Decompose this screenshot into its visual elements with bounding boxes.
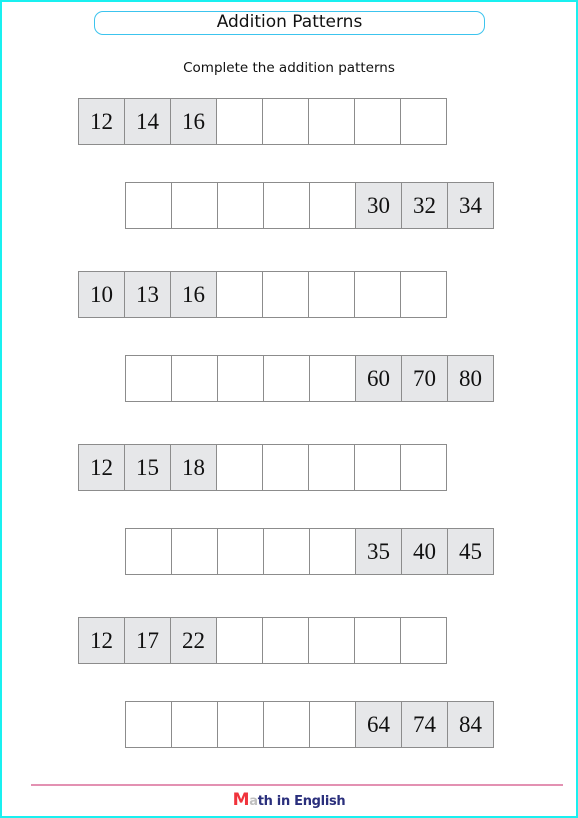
answer-cell[interactable] [217,182,264,229]
answer-cell[interactable] [171,701,218,748]
pattern-row: 64 74 84 [125,701,494,748]
answer-cell[interactable] [171,355,218,402]
given-number-cell: 15 [124,444,171,491]
answer-cell[interactable] [125,701,172,748]
given-number-cell: 64 [355,701,402,748]
worksheet-title-text: Addition Patterns [216,12,363,32]
answer-cell[interactable] [400,98,447,145]
answer-cell[interactable] [216,271,263,318]
answer-cell[interactable] [354,444,401,491]
pattern-row: 35 40 45 [125,528,494,575]
answer-cell[interactable] [309,528,356,575]
answer-cell[interactable] [308,271,355,318]
given-number-cell: 13 [124,271,171,318]
logo-letter-a: a [249,794,258,809]
pattern-row: 12 15 18 [78,444,447,491]
given-number-cell: 60 [355,355,402,402]
footer-divider [31,784,563,786]
answer-cell[interactable] [263,701,310,748]
answer-cell[interactable] [125,355,172,402]
given-number-cell: 22 [170,617,217,664]
instructions: Complete the addition patterns [183,60,395,76]
answer-cell[interactable] [217,701,264,748]
answer-cell[interactable] [263,355,310,402]
answer-cell[interactable] [308,444,355,491]
answer-cell[interactable] [400,271,447,318]
answer-cell[interactable] [400,617,447,664]
given-number-cell: 14 [124,98,171,145]
answer-cell[interactable] [263,182,310,229]
math-in-english-logo: Math in English [0,790,578,810]
pattern-row: 12 17 22 [78,617,447,664]
given-number-cell: 32 [401,182,448,229]
answer-cell[interactable] [125,182,172,229]
answer-cell[interactable] [217,355,264,402]
given-number-cell: 18 [170,444,217,491]
answer-cell[interactable] [216,617,263,664]
pattern-row: 10 13 16 [78,271,447,318]
answer-cell[interactable] [309,355,356,402]
answer-cell[interactable] [125,528,172,575]
answer-cell[interactable] [354,617,401,664]
answer-cell[interactable] [400,444,447,491]
answer-cell[interactable] [216,444,263,491]
answer-cell[interactable] [354,98,401,145]
answer-cell[interactable] [217,528,264,575]
given-number-cell: 70 [401,355,448,402]
given-number-cell: 40 [401,528,448,575]
answer-cell[interactable] [262,444,309,491]
answer-cell[interactable] [262,271,309,318]
answer-cell[interactable] [309,701,356,748]
answer-cell[interactable] [171,528,218,575]
answer-cell[interactable] [263,528,310,575]
given-number-cell: 12 [78,98,125,145]
given-number-cell: 30 [355,182,402,229]
answer-cell[interactable] [354,271,401,318]
logo-letter-m: M [232,790,250,810]
worksheet-title: Addition Patterns [94,11,485,35]
pattern-row: 12 14 16 [78,98,447,145]
given-number-cell: 45 [447,528,494,575]
given-number-cell: 34 [447,182,494,229]
given-number-cell: 74 [401,701,448,748]
answer-cell[interactable] [308,98,355,145]
given-number-cell: 80 [447,355,494,402]
given-number-cell: 17 [124,617,171,664]
logo-text: th in English [257,794,346,809]
given-number-cell: 12 [78,617,125,664]
given-number-cell: 10 [78,271,125,318]
answer-cell[interactable] [216,98,263,145]
answer-cell[interactable] [262,98,309,145]
answer-cell[interactable] [262,617,309,664]
given-number-cell: 16 [170,98,217,145]
pattern-row: 30 32 34 [125,182,494,229]
pattern-row: 60 70 80 [125,355,494,402]
given-number-cell: 35 [355,528,402,575]
answer-cell[interactable] [171,182,218,229]
given-number-cell: 84 [447,701,494,748]
given-number-cell: 12 [78,444,125,491]
given-number-cell: 16 [170,271,217,318]
answer-cell[interactable] [309,182,356,229]
answer-cell[interactable] [308,617,355,664]
